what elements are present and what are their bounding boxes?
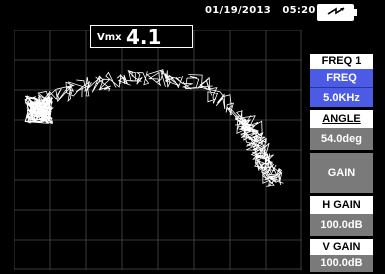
v-gain-button[interactable]: V GAIN bbox=[310, 239, 373, 255]
vmx-label: Vmx bbox=[97, 32, 122, 43]
side-menu: FREQ 1 FREQ 5.0KHz ANGLE 54.0deg GAIN H … bbox=[310, 54, 373, 272]
freq-value[interactable]: 5.0KHz bbox=[310, 87, 373, 107]
freq-title: FREQ 1 bbox=[310, 54, 373, 69]
eddy-current-trace bbox=[24, 69, 284, 188]
charging-bolt-icon bbox=[327, 7, 345, 15]
freq-button[interactable]: FREQ bbox=[310, 69, 373, 87]
trace-path bbox=[24, 69, 284, 188]
time-text: 05:20 bbox=[282, 5, 316, 16]
vmx-value: 4.1 bbox=[126, 25, 162, 49]
angle-button[interactable]: ANGLE bbox=[310, 110, 373, 128]
signal-display bbox=[14, 30, 302, 270]
instrument-screen: 01/19/2013 05:20 Vmx 4.1 FREQ 1 FREQ 5.0… bbox=[0, 0, 385, 274]
v-gain-value[interactable]: 100.0dB bbox=[310, 255, 373, 272]
date-text: 01/19/2013 bbox=[205, 5, 271, 16]
battery-tip bbox=[354, 9, 357, 16]
angle-value[interactable]: 54.0deg bbox=[310, 128, 373, 150]
h-gain-value[interactable]: 100.0dB bbox=[310, 214, 373, 236]
date-time: 01/19/2013 05:20 bbox=[205, 5, 316, 16]
vmx-readout: Vmx 4.1 bbox=[90, 25, 193, 48]
h-gain-button[interactable]: H GAIN bbox=[310, 196, 373, 214]
gain-button[interactable]: GAIN bbox=[310, 153, 373, 193]
